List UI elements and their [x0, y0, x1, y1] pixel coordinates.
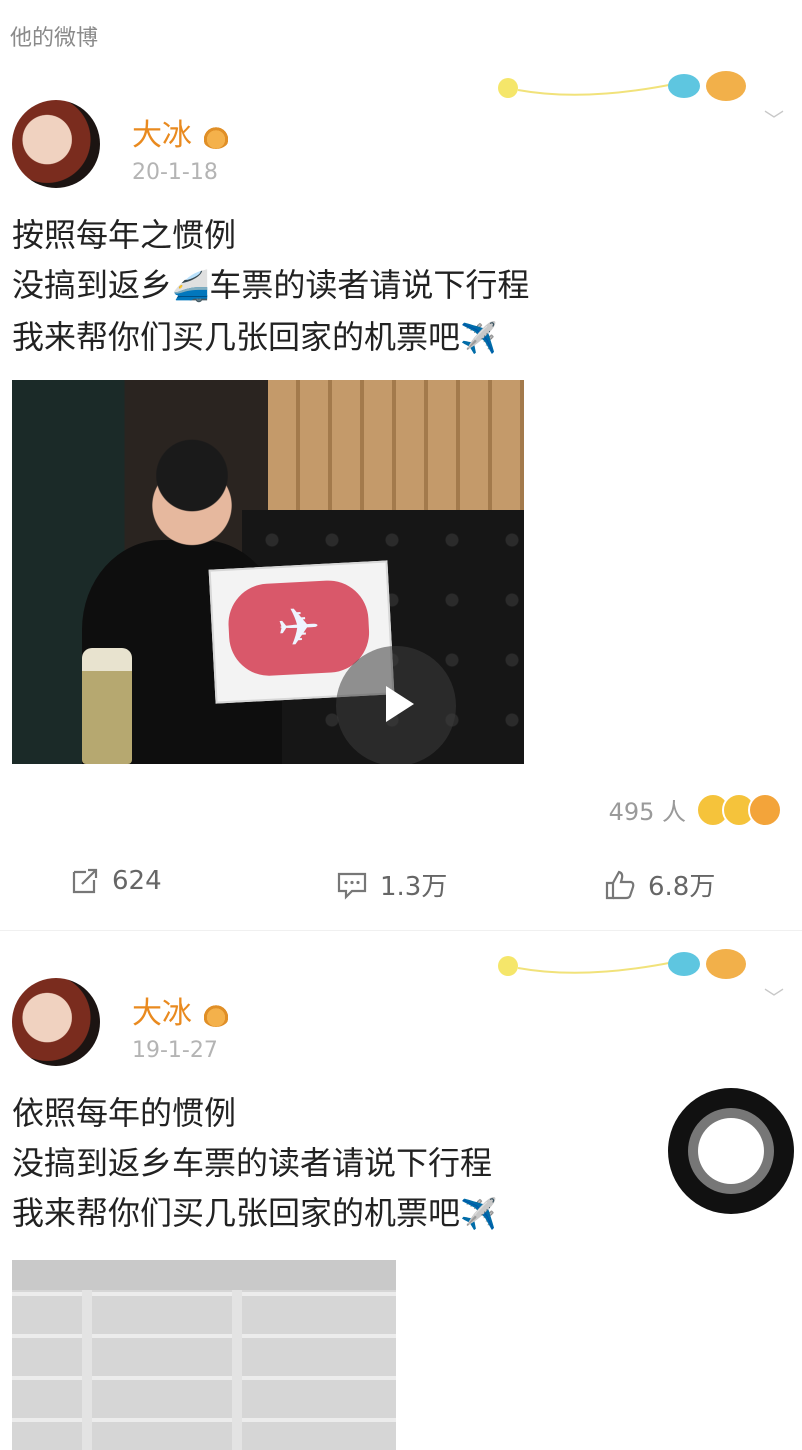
card-decoration-icon	[498, 949, 746, 979]
window-scene	[12, 1290, 82, 1450]
assistive-core	[698, 1118, 764, 1184]
reaction-emoji-icon	[696, 792, 782, 827]
post-line-text: 我来帮你们买几张回家的机票吧	[12, 318, 461, 356]
wink-face-icon	[748, 792, 782, 827]
video-scene	[137, 430, 247, 560]
post-line: 依照每年的惯例	[12, 1094, 237, 1132]
video-scene	[268, 380, 524, 530]
vip-badge-icon	[202, 1002, 230, 1027]
post-line-text: 没搞到返乡	[12, 266, 173, 304]
author-name[interactable]: 大冰	[132, 988, 230, 1032]
chevron-down-icon[interactable]: ﹀	[764, 982, 784, 1011]
chevron-down-icon[interactable]: ﹀	[764, 104, 784, 133]
post-date: 20-1-18	[132, 160, 218, 185]
like-button[interactable]: 6.8万	[604, 866, 715, 903]
reaction-count: 495 人	[608, 798, 686, 826]
comment-count: 1.3万	[380, 872, 448, 902]
post-video[interactable]: ✈	[12, 380, 524, 764]
post-line-text: 我来帮你们买几张回家的机票吧	[12, 1194, 461, 1232]
post-text: 依照每年的惯例 没搞到返乡车票的读者请说下行程 我来帮你们买几张回家的机票吧✈️	[12, 1088, 497, 1240]
window-scene	[92, 1290, 232, 1450]
floating-assistive-button[interactable]	[668, 1088, 794, 1214]
repost-button[interactable]: 624	[70, 866, 162, 896]
avatar[interactable]	[12, 100, 100, 188]
video-scene	[82, 648, 132, 764]
author-name-text: 大冰	[132, 996, 192, 1031]
comment-icon	[337, 872, 367, 900]
window-scene	[242, 1290, 396, 1450]
assistive-ring-icon	[688, 1108, 774, 1194]
post-actions: 624 1.3万 6.8万	[0, 866, 802, 916]
repost-icon	[72, 868, 98, 894]
repost-count: 624	[112, 866, 162, 896]
vip-badge-icon	[202, 124, 230, 149]
post-line: 没搞到返乡🚄车票的读者请说下行程	[12, 260, 529, 312]
divider	[0, 930, 802, 931]
airplane-emoji-icon: ✈️	[460, 1197, 498, 1232]
reaction-summary[interactable]: 495 人	[609, 792, 782, 827]
post-line-text: 车票的读者请说下行程	[209, 266, 530, 304]
post-line: 我来帮你们买几张回家的机票吧✈️	[12, 312, 529, 364]
card-decoration-icon	[498, 71, 746, 101]
train-emoji-icon: 🚄	[172, 269, 210, 304]
post-line: 没搞到返乡车票的读者请说下行程	[12, 1144, 493, 1182]
section-label: 他的微博	[10, 26, 99, 51]
post-line: 我来帮你们买几张回家的机票吧✈️	[12, 1188, 497, 1240]
airplane-emoji-icon: ✈️	[460, 321, 498, 356]
post-line: 按照每年之惯例	[12, 216, 237, 254]
comment-button[interactable]: 1.3万	[336, 866, 447, 903]
post-text: 按照每年之惯例 没搞到返乡🚄车票的读者请说下行程 我来帮你们买几张回家的机票吧✈…	[12, 210, 529, 364]
thumbs-up-icon	[605, 870, 635, 899]
airplane-icon: ✈	[226, 578, 372, 678]
avatar[interactable]	[12, 978, 100, 1066]
play-button-icon[interactable]	[336, 646, 456, 764]
author-name-text: 大冰	[132, 118, 192, 153]
post-date: 19-1-27	[132, 1038, 218, 1063]
post-image[interactable]	[12, 1260, 396, 1450]
like-count: 6.8万	[648, 872, 716, 902]
author-name[interactable]: 大冰	[132, 110, 230, 154]
